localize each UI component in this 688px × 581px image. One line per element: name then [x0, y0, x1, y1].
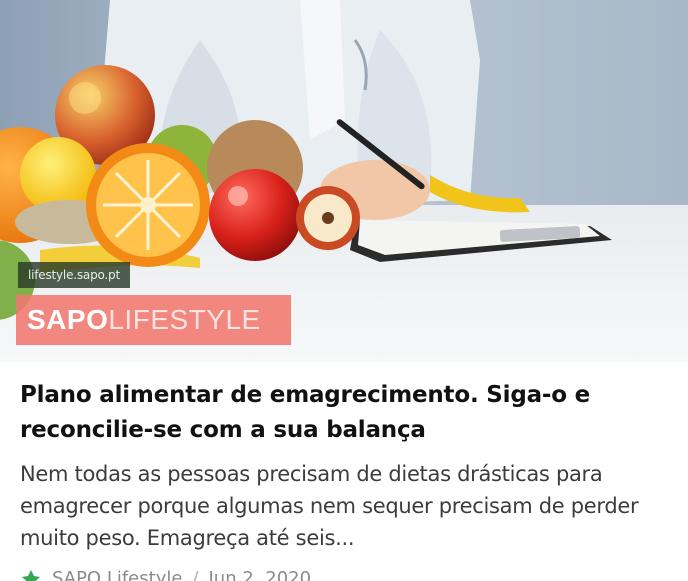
- article-title[interactable]: Plano alimentar de emagrecimento. Siga-o…: [20, 378, 672, 448]
- article-date: Jun 2, 2020: [208, 567, 312, 581]
- article-summary: Nem todas as pessoas precisam de dietas …: [20, 462, 639, 550]
- source-logo-icon: [22, 570, 40, 581]
- sapo-lifestyle-logo: SAPO LIFESTYLE: [16, 295, 291, 345]
- news-card[interactable]: lifestyle.sapo.pt SAPO LIFESTYLE Plano al…: [0, 0, 688, 581]
- image-source-tag: lifestyle.sapo.pt: [18, 262, 130, 288]
- brand-logo-light-text: LIFESTYLE: [108, 304, 261, 335]
- article-image[interactable]: lifestyle.sapo.pt SAPO LIFESTYLE: [0, 0, 688, 362]
- article-meta: SAPO Lifestyle / Jun 2, 2020: [20, 563, 311, 581]
- meta-separator: /: [192, 567, 199, 581]
- article-source[interactable]: SAPO Lifestyle: [52, 568, 182, 581]
- brand-logo-bold-text: SAPO: [27, 304, 109, 335]
